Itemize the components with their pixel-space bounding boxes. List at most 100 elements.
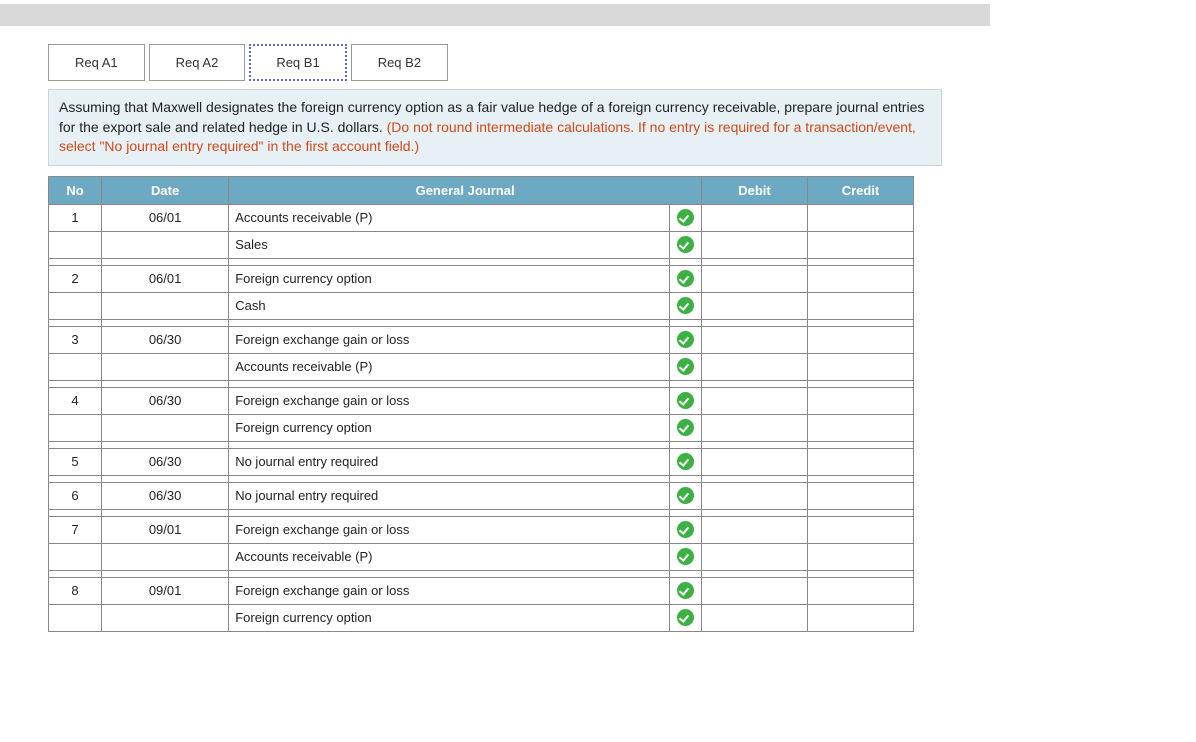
credit-cell[interactable] bbox=[807, 516, 913, 543]
main-container: Req A1Req A2Req B1Req B2 Assuming that M… bbox=[0, 44, 990, 632]
credit-cell[interactable] bbox=[807, 204, 913, 231]
table-row: 506/30No journal entry required bbox=[49, 448, 914, 475]
credit-cell[interactable] bbox=[807, 543, 913, 570]
table-row: 306/30Foreign exchange gain or loss bbox=[49, 326, 914, 353]
table-row: Accounts receivable (P) bbox=[49, 353, 914, 380]
check-cell bbox=[670, 543, 702, 570]
row-date: 06/30 bbox=[102, 326, 229, 353]
account-cell[interactable]: Accounts receivable (P) bbox=[229, 543, 670, 570]
row-date: 06/01 bbox=[102, 204, 229, 231]
tab-req-b2[interactable]: Req B2 bbox=[351, 44, 448, 81]
debit-cell[interactable] bbox=[701, 577, 807, 604]
row-no: 3 bbox=[49, 326, 102, 353]
account-cell[interactable]: Sales bbox=[229, 231, 670, 258]
account-cell[interactable]: No journal entry required bbox=[229, 482, 670, 509]
row-date bbox=[102, 414, 229, 441]
debit-cell[interactable] bbox=[701, 326, 807, 353]
account-cell[interactable]: Foreign exchange gain or loss bbox=[229, 326, 670, 353]
row-date: 06/30 bbox=[102, 387, 229, 414]
credit-cell[interactable] bbox=[807, 387, 913, 414]
check-cell bbox=[670, 353, 702, 380]
account-cell[interactable]: Foreign currency option bbox=[229, 604, 670, 631]
account-cell[interactable]: Accounts receivable (P) bbox=[229, 353, 670, 380]
table-row: 106/01Accounts receivable (P) bbox=[49, 204, 914, 231]
journal-body: 106/01Accounts receivable (P)Sales206/01… bbox=[49, 204, 914, 631]
debit-cell[interactable] bbox=[701, 387, 807, 414]
credit-cell[interactable] bbox=[807, 577, 913, 604]
credit-cell[interactable] bbox=[807, 231, 913, 258]
header-date: Date bbox=[102, 176, 229, 204]
check-icon bbox=[677, 236, 694, 253]
debit-cell[interactable] bbox=[701, 353, 807, 380]
account-cell[interactable]: Accounts receivable (P) bbox=[229, 204, 670, 231]
table-row: Sales bbox=[49, 231, 914, 258]
credit-cell[interactable] bbox=[807, 292, 913, 319]
row-no: 5 bbox=[49, 448, 102, 475]
row-no bbox=[49, 231, 102, 258]
check-cell bbox=[670, 326, 702, 353]
table-row: 406/30Foreign exchange gain or loss bbox=[49, 387, 914, 414]
check-icon bbox=[677, 331, 694, 348]
debit-cell[interactable] bbox=[701, 204, 807, 231]
credit-cell[interactable] bbox=[807, 353, 913, 380]
row-date bbox=[102, 292, 229, 319]
account-cell[interactable]: Foreign currency option bbox=[229, 265, 670, 292]
credit-cell[interactable] bbox=[807, 414, 913, 441]
check-cell bbox=[670, 482, 702, 509]
row-no bbox=[49, 353, 102, 380]
tab-req-b1[interactable]: Req B1 bbox=[249, 44, 346, 81]
table-row: Foreign currency option bbox=[49, 604, 914, 631]
debit-cell[interactable] bbox=[701, 448, 807, 475]
check-icon bbox=[677, 358, 694, 375]
account-cell[interactable]: Foreign currency option bbox=[229, 414, 670, 441]
tab-req-a1[interactable]: Req A1 bbox=[48, 44, 145, 81]
credit-cell[interactable] bbox=[807, 326, 913, 353]
check-cell bbox=[670, 414, 702, 441]
header-no: No bbox=[49, 176, 102, 204]
tab-req-a2[interactable]: Req A2 bbox=[149, 44, 246, 81]
header-general: General Journal bbox=[229, 176, 702, 204]
journal-table: No Date General Journal Debit Credit 106… bbox=[48, 176, 914, 632]
debit-cell[interactable] bbox=[701, 414, 807, 441]
table-row: Accounts receivable (P) bbox=[49, 543, 914, 570]
debit-cell[interactable] bbox=[701, 482, 807, 509]
account-cell[interactable]: Foreign exchange gain or loss bbox=[229, 516, 670, 543]
table-row: Cash bbox=[49, 292, 914, 319]
debit-cell[interactable] bbox=[701, 543, 807, 570]
table-row: 606/30No journal entry required bbox=[49, 482, 914, 509]
check-icon bbox=[677, 487, 694, 504]
debit-cell[interactable] bbox=[701, 265, 807, 292]
row-date: 09/01 bbox=[102, 577, 229, 604]
spacer-row bbox=[49, 441, 914, 448]
credit-cell[interactable] bbox=[807, 482, 913, 509]
account-cell[interactable]: Foreign exchange gain or loss bbox=[229, 577, 670, 604]
debit-cell[interactable] bbox=[701, 604, 807, 631]
debit-cell[interactable] bbox=[701, 231, 807, 258]
table-header-row: No Date General Journal Debit Credit bbox=[49, 176, 914, 204]
row-no: 1 bbox=[49, 204, 102, 231]
check-icon bbox=[677, 582, 694, 599]
spacer-row bbox=[49, 258, 914, 265]
check-icon bbox=[677, 209, 694, 226]
account-cell[interactable]: Foreign exchange gain or loss bbox=[229, 387, 670, 414]
row-date: 06/30 bbox=[102, 448, 229, 475]
debit-cell[interactable] bbox=[701, 292, 807, 319]
check-icon bbox=[677, 297, 694, 314]
credit-cell[interactable] bbox=[807, 604, 913, 631]
debit-cell[interactable] bbox=[701, 516, 807, 543]
check-cell bbox=[670, 516, 702, 543]
check-icon bbox=[677, 270, 694, 287]
account-cell[interactable]: No journal entry required bbox=[229, 448, 670, 475]
row-date bbox=[102, 543, 229, 570]
check-icon bbox=[677, 609, 694, 626]
check-cell bbox=[670, 265, 702, 292]
row-no: 7 bbox=[49, 516, 102, 543]
credit-cell[interactable] bbox=[807, 265, 913, 292]
spacer-row bbox=[49, 570, 914, 577]
table-row: 206/01Foreign currency option bbox=[49, 265, 914, 292]
spacer-row bbox=[49, 380, 914, 387]
account-cell[interactable]: Cash bbox=[229, 292, 670, 319]
credit-cell[interactable] bbox=[807, 448, 913, 475]
check-icon bbox=[677, 392, 694, 409]
spacer-row bbox=[49, 475, 914, 482]
